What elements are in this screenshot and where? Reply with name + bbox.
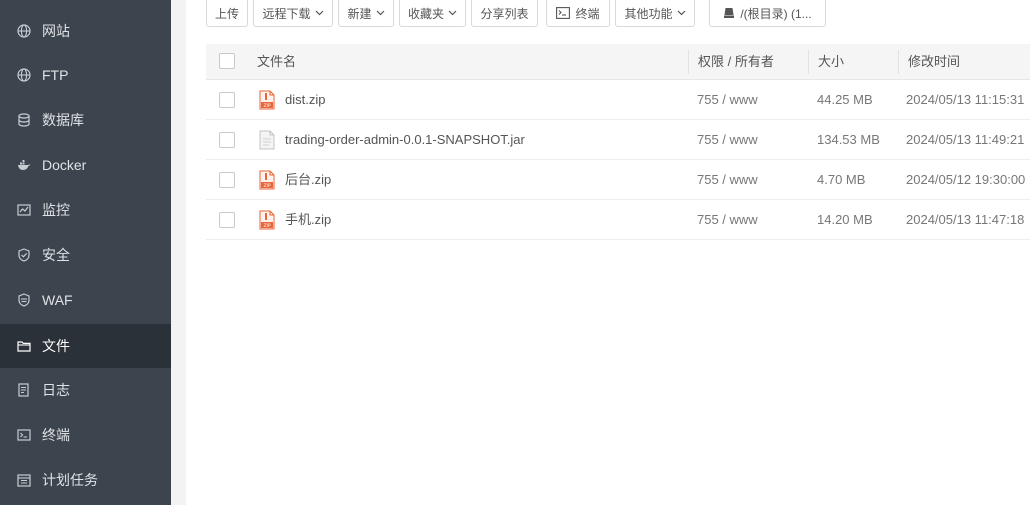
table-header: 文件名 权限 / 所有者 大小 修改时间: [206, 44, 1030, 80]
file-permission[interactable]: 755 / www: [697, 120, 758, 160]
row-checkbox[interactable]: [219, 132, 235, 148]
file-manager-panel: 上传 远程下载 新建 收藏夹 分享列表 终端 其他功能 /(根目录) (1...…: [186, 0, 1030, 505]
favorites-button[interactable]: 收藏夹: [399, 0, 466, 27]
database-icon: [17, 113, 31, 127]
column-divider: [808, 50, 809, 74]
svg-text:ZIP: ZIP: [263, 223, 270, 229]
sidebar-item-label: 安全: [42, 247, 70, 263]
file-name[interactable]: dist.zip: [285, 80, 325, 120]
column-divider: [898, 50, 899, 74]
share-list-button[interactable]: 分享列表: [471, 0, 538, 27]
table-row[interactable]: ZIP 手机.zip 755 / www 14.20 MB 2024/05/13…: [206, 200, 1030, 240]
sidebar-item-monitor[interactable]: 监控: [0, 188, 171, 232]
terminal-icon: [556, 7, 571, 19]
sidebar-item-label: 网站: [42, 23, 70, 39]
table-row[interactable]: trading-order-admin-0.0.1-SNAPSHOT.jar 7…: [206, 120, 1030, 160]
sidebar-item-label: 日志: [42, 382, 70, 398]
sidebar-item-ftp[interactable]: FTP: [0, 53, 171, 97]
other-functions-label: 其他功能: [624, 6, 673, 21]
globe-icon: [17, 24, 31, 38]
column-divider: [688, 50, 689, 74]
sidebar-item-docker[interactable]: Docker: [0, 143, 171, 187]
sidebar-item-label: 文件: [42, 338, 70, 354]
chevron-down-icon: [448, 10, 457, 16]
header-permission[interactable]: 权限 / 所有者: [698, 44, 774, 80]
terminal-icon: [17, 428, 31, 442]
file-size: 4.70 MB: [817, 172, 866, 187]
select-all-checkbox[interactable]: [219, 53, 235, 69]
sidebar-item-database[interactable]: 数据库: [0, 98, 171, 142]
sidebar-item-label: 终端: [42, 427, 70, 443]
path-breadcrumb[interactable]: /(根目录) (1...: [709, 0, 826, 27]
header-modified[interactable]: 修改时间: [908, 44, 960, 80]
log-icon: [17, 383, 31, 397]
svg-text:ZIP: ZIP: [263, 103, 270, 109]
header-filename[interactable]: 文件名: [257, 44, 296, 80]
sidebar-item-waf[interactable]: WAF: [0, 278, 171, 322]
other-functions-button[interactable]: 其他功能: [615, 0, 695, 27]
file-name[interactable]: 手机.zip: [285, 200, 331, 240]
generic-file-icon: [259, 130, 275, 150]
zip-file-icon: ZIP: [259, 90, 275, 110]
calendar-icon: [17, 473, 31, 487]
monitor-chart-icon: [17, 203, 31, 217]
chevron-down-icon: [677, 10, 685, 16]
zip-file-icon: ZIP: [259, 170, 275, 190]
chevron-down-icon: [376, 10, 384, 16]
disk-icon: [724, 8, 735, 18]
path-label: /(根目录) (1...: [740, 6, 812, 21]
file-modified: 2024/05/13 11:15:31: [906, 92, 1025, 107]
remote-download-label: 远程下载: [262, 6, 311, 21]
file-permission[interactable]: 755 / www: [697, 160, 758, 200]
file-permission[interactable]: 755 / www: [697, 200, 758, 240]
favorites-button-label: 收藏夹: [407, 6, 444, 21]
file-size: 14.20 MB: [817, 212, 873, 227]
file-permission[interactable]: 755 / www: [697, 80, 758, 120]
file-name[interactable]: 后台.zip: [285, 160, 331, 200]
sidebar-item-label: FTP: [42, 67, 69, 83]
new-button[interactable]: 新建: [338, 0, 394, 27]
sidebar-item-security[interactable]: 安全: [0, 233, 171, 277]
row-checkbox[interactable]: [219, 92, 235, 108]
file-modified: 2024/05/13 11:49:21: [906, 132, 1025, 147]
sidebar-item-website[interactable]: 网站: [0, 9, 171, 53]
table-row[interactable]: ZIP 后台.zip 755 / www 4.70 MB 2024/05/12 …: [206, 160, 1030, 200]
table-row[interactable]: ZIP dist.zip 755 / www 44.25 MB 2024/05/…: [206, 80, 1030, 120]
svg-text:ZIP: ZIP: [263, 183, 270, 189]
file-size: 134.53 MB: [817, 132, 880, 147]
share-list-label: 分享列表: [480, 6, 529, 21]
new-button-label: 新建: [347, 6, 372, 21]
sidebar-item-terminal[interactable]: 终端: [0, 413, 171, 457]
upload-button-label: 上传: [214, 6, 239, 21]
row-checkbox[interactable]: [219, 212, 235, 228]
sidebar-item-label: WAF: [42, 292, 73, 308]
globe-icon: [17, 68, 31, 82]
file-modified: 2024/05/13 11:47:18: [906, 212, 1025, 227]
sidebar-item-cron[interactable]: 计划任务: [0, 458, 171, 502]
zip-file-icon: ZIP: [259, 210, 275, 230]
folder-icon: [17, 339, 31, 353]
sidebar-item-label: 计划任务: [42, 472, 98, 488]
file-size: 44.25 MB: [817, 92, 873, 107]
remote-download-button[interactable]: 远程下载: [253, 0, 333, 27]
waf-shield-icon: [17, 293, 31, 307]
sidebar: 网站 FTP 数据库 Docker 监控 安全 WAF 文件 日志 终端 计划任…: [0, 0, 171, 505]
upload-button[interactable]: 上传: [206, 0, 248, 27]
row-checkbox[interactable]: [219, 172, 235, 188]
file-name[interactable]: trading-order-admin-0.0.1-SNAPSHOT.jar: [285, 120, 525, 160]
sidebar-item-label: 数据库: [42, 112, 84, 128]
sidebar-item-label: 监控: [42, 202, 70, 218]
chevron-down-icon: [315, 10, 323, 16]
terminal-button-label: 终端: [575, 6, 600, 21]
docker-icon: [17, 158, 31, 172]
sidebar-item-logs[interactable]: 日志: [0, 368, 171, 412]
file-modified: 2024/05/12 19:30:00: [906, 172, 1026, 187]
sidebar-item-files[interactable]: 文件: [0, 324, 171, 368]
shield-icon: [17, 248, 31, 262]
sidebar-item-label: Docker: [42, 157, 87, 173]
terminal-button[interactable]: 终端: [546, 0, 610, 27]
header-size[interactable]: 大小: [818, 44, 844, 80]
